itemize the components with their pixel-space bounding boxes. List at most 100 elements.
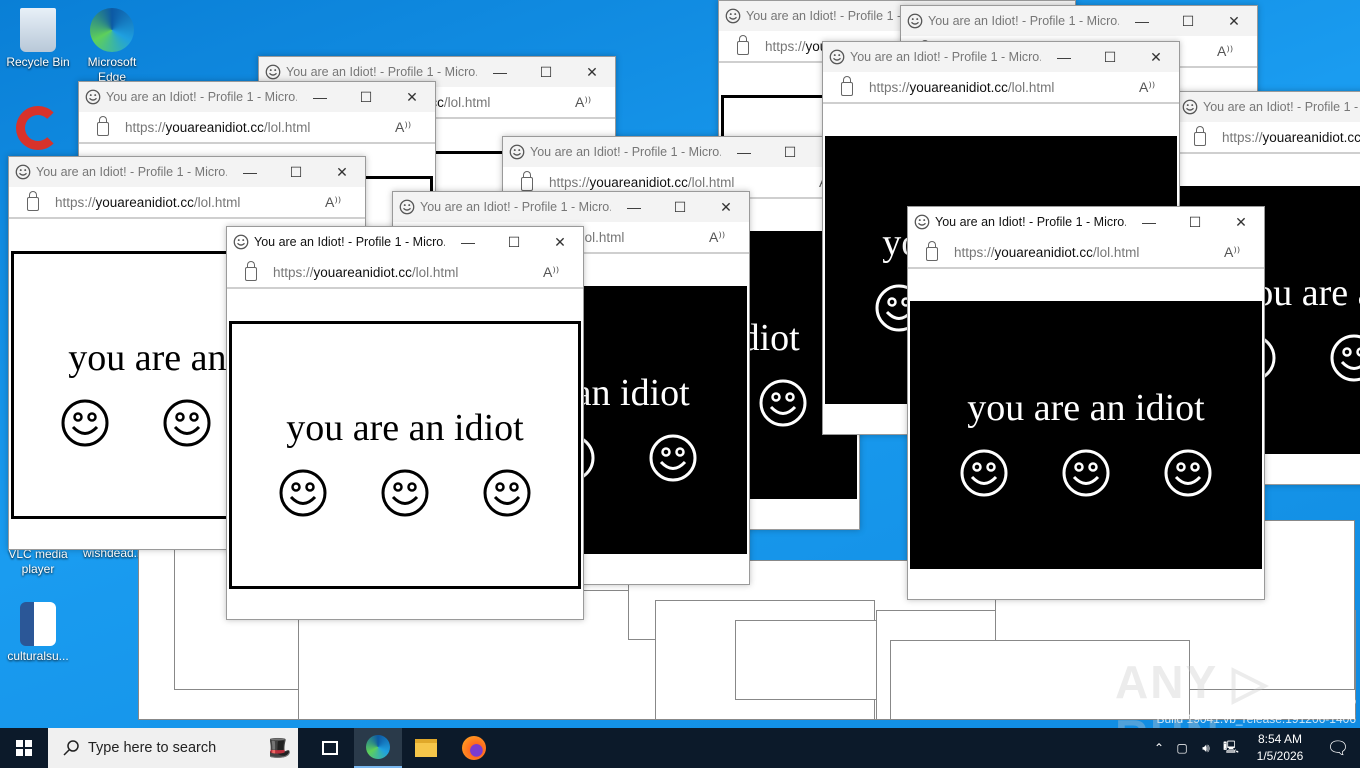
minimize-button[interactable]: — xyxy=(1126,214,1172,230)
close-button[interactable]: ✕ xyxy=(389,89,435,106)
smiley-icon xyxy=(759,379,807,427)
desktop-icon-ccleaner[interactable] xyxy=(0,106,76,153)
folder-icon xyxy=(415,739,437,757)
camera-icon[interactable]: ▢ xyxy=(1170,741,1194,755)
title-bar[interactable]: You are an Idiot! - Profile 1 - Micro...… xyxy=(9,157,365,187)
lock-icon xyxy=(841,76,853,96)
minimize-button[interactable]: — xyxy=(297,89,343,105)
read-aloud-icon[interactable]: A⁾⁾ xyxy=(1217,43,1257,60)
smiley-icon xyxy=(649,434,697,482)
address-bar[interactable]: https://youareanidiot.cc/lol.html A⁾⁾ xyxy=(227,257,583,289)
close-button[interactable]: ✕ xyxy=(1218,214,1264,231)
maximize-button[interactable]: ☐ xyxy=(273,164,319,181)
title-bar[interactable]: You are an Idiot! - Profile 1 - Micro...… xyxy=(79,82,435,112)
maximize-button[interactable]: ☐ xyxy=(1172,214,1218,231)
url-path: /lol.html xyxy=(193,194,241,210)
read-aloud-icon[interactable]: A⁾⁾ xyxy=(325,194,365,211)
read-aloud-icon[interactable]: A⁾⁾ xyxy=(1139,79,1179,96)
minimize-button[interactable]: — xyxy=(721,144,767,160)
page-content: you are an idiot xyxy=(229,321,581,589)
notifications-icon[interactable]: 🗨︎ xyxy=(1316,738,1360,759)
lock-icon xyxy=(521,171,533,191)
url-text: https://youareanidiot.cc/lol.html xyxy=(273,265,543,280)
address-bar[interactable]: https://youareanidiot.cc/lol.html A⁾⁾ xyxy=(9,187,365,219)
window-title: You are an Idiot! - Profile 1 - Micro... xyxy=(530,145,721,159)
maximize-button[interactable]: ☐ xyxy=(767,144,813,161)
url-domain: youareanidiot.cc xyxy=(1262,129,1360,145)
url-domain: youareanidiot.cc xyxy=(95,194,194,210)
taskbar: Type here to search 🎩 ⌃ ▢ 🔊︎ 🖳 8:54 AM 1… xyxy=(0,728,1360,768)
window-title: You are an Idiot! - Profile 1 - Micro... xyxy=(36,165,227,179)
minimize-button[interactable]: — xyxy=(477,64,523,80)
title-bar[interactable]: You are an Idiot! - Profile 1 - Micro...… xyxy=(1176,92,1360,122)
maximize-button[interactable]: ☐ xyxy=(657,199,703,216)
network-icon[interactable]: 🖳 xyxy=(1218,738,1244,759)
title-bar[interactable]: You are an Idiot! - Profile 1 - Micro...… xyxy=(503,137,859,167)
taskbar-file-explorer[interactable] xyxy=(402,728,450,768)
maximize-button[interactable]: ☐ xyxy=(523,64,569,81)
maximize-button[interactable]: ☐ xyxy=(491,234,537,251)
url-path: /lol.html xyxy=(443,94,491,110)
close-button[interactable]: ✕ xyxy=(537,234,583,251)
url-domain: youareanidiot.cc xyxy=(909,79,1008,95)
title-bar[interactable]: You are an Idiot! - Profile 1 - Micro...… xyxy=(823,42,1179,72)
window-title: You are an Idiot! - Profile 1 - Micro... xyxy=(928,14,1119,28)
url-domain: youareanidiot.cc xyxy=(313,264,412,280)
task-view-icon xyxy=(322,741,338,755)
maximize-button[interactable]: ☐ xyxy=(1165,13,1211,30)
taskbar-edge[interactable] xyxy=(354,728,402,768)
read-aloud-icon[interactable]: A⁾⁾ xyxy=(575,94,615,111)
url-text: https://youareanidiot.cc/lol.html xyxy=(55,195,325,210)
clock-date: 1/5/2026 xyxy=(1256,749,1304,763)
smiley-icon xyxy=(163,399,211,447)
minimize-button[interactable]: — xyxy=(1119,13,1165,29)
title-bar[interactable]: You are an Idiot! - Profile 1 - Micro...… xyxy=(393,192,749,222)
title-bar[interactable]: You are an Idiot! - Profile 1 - Micro...… xyxy=(227,227,583,257)
taskbar-firefox[interactable] xyxy=(450,728,498,768)
smiley-icon xyxy=(279,469,327,517)
desktop-icon-edge[interactable]: Microsoft Edge xyxy=(74,8,150,85)
clock[interactable]: 8:54 AM 1/5/2026 xyxy=(1244,731,1316,765)
lock-icon xyxy=(27,191,39,211)
address-bar[interactable]: https://youareanidiot.cc/lol.html A⁾⁾ xyxy=(908,237,1264,269)
address-bar[interactable]: https://youareanidiot.cc/lol.html A⁾⁾ xyxy=(823,72,1179,104)
ccleaner-icon xyxy=(16,106,60,150)
close-button[interactable]: ✕ xyxy=(1211,13,1257,30)
word-document-icon xyxy=(20,602,56,646)
minimize-button[interactable]: — xyxy=(611,199,657,215)
start-button[interactable] xyxy=(0,728,48,768)
lock-icon xyxy=(1194,126,1206,146)
close-button[interactable]: ✕ xyxy=(1133,49,1179,66)
read-aloud-icon[interactable]: A⁾⁾ xyxy=(1224,244,1264,261)
smiley-favicon-icon xyxy=(233,234,249,250)
url-scheme: https:// xyxy=(869,79,910,95)
minimize-button[interactable]: — xyxy=(445,234,491,250)
minimize-button[interactable]: — xyxy=(1041,49,1087,65)
browser-window[interactable]: You are an Idiot! - Profile 1 - Micro...… xyxy=(907,206,1265,600)
title-bar[interactable]: You are an Idiot! - Profile 1 - Micro...… xyxy=(901,6,1257,36)
minimize-button[interactable]: — xyxy=(227,164,273,180)
desktop-icon-recycle-bin[interactable]: Recycle Bin xyxy=(0,8,76,70)
search-box[interactable]: Type here to search xyxy=(48,728,270,768)
read-aloud-icon[interactable]: A⁾⁾ xyxy=(709,229,749,246)
url-scheme: https:// xyxy=(765,38,806,54)
address-bar[interactable]: https://youareanidiot.cc/lol.html A⁾⁾ xyxy=(1176,122,1360,154)
close-button[interactable]: ✕ xyxy=(569,64,615,81)
browser-window[interactable]: You are an Idiot! - Profile 1 - Micro...… xyxy=(226,226,584,620)
task-view-button[interactable] xyxy=(306,728,354,768)
title-bar[interactable]: You are an Idiot! - Profile 1 - Micro...… xyxy=(908,207,1264,237)
url-path: /lol.html xyxy=(687,174,735,190)
desktop-icon-culturalsu[interactable]: culturalsu... xyxy=(0,602,76,664)
url-path: /lol.html xyxy=(577,229,625,245)
close-button[interactable]: ✕ xyxy=(703,199,749,216)
chevron-up-icon[interactable]: ⌃ xyxy=(1148,741,1170,755)
close-button[interactable]: ✕ xyxy=(319,164,365,181)
read-aloud-icon[interactable]: A⁾⁾ xyxy=(395,119,435,136)
read-aloud-icon[interactable]: A⁾⁾ xyxy=(543,264,583,281)
maximize-button[interactable]: ☐ xyxy=(343,89,389,106)
smiley-icon xyxy=(1164,449,1212,497)
maximize-button[interactable]: ☐ xyxy=(1087,49,1133,66)
url-text: https://youareanidiot.cc/lol.html xyxy=(125,120,395,135)
address-bar[interactable]: https://youareanidiot.cc/lol.html A⁾⁾ xyxy=(79,112,435,144)
volume-icon[interactable]: 🔊︎ xyxy=(1194,741,1218,756)
